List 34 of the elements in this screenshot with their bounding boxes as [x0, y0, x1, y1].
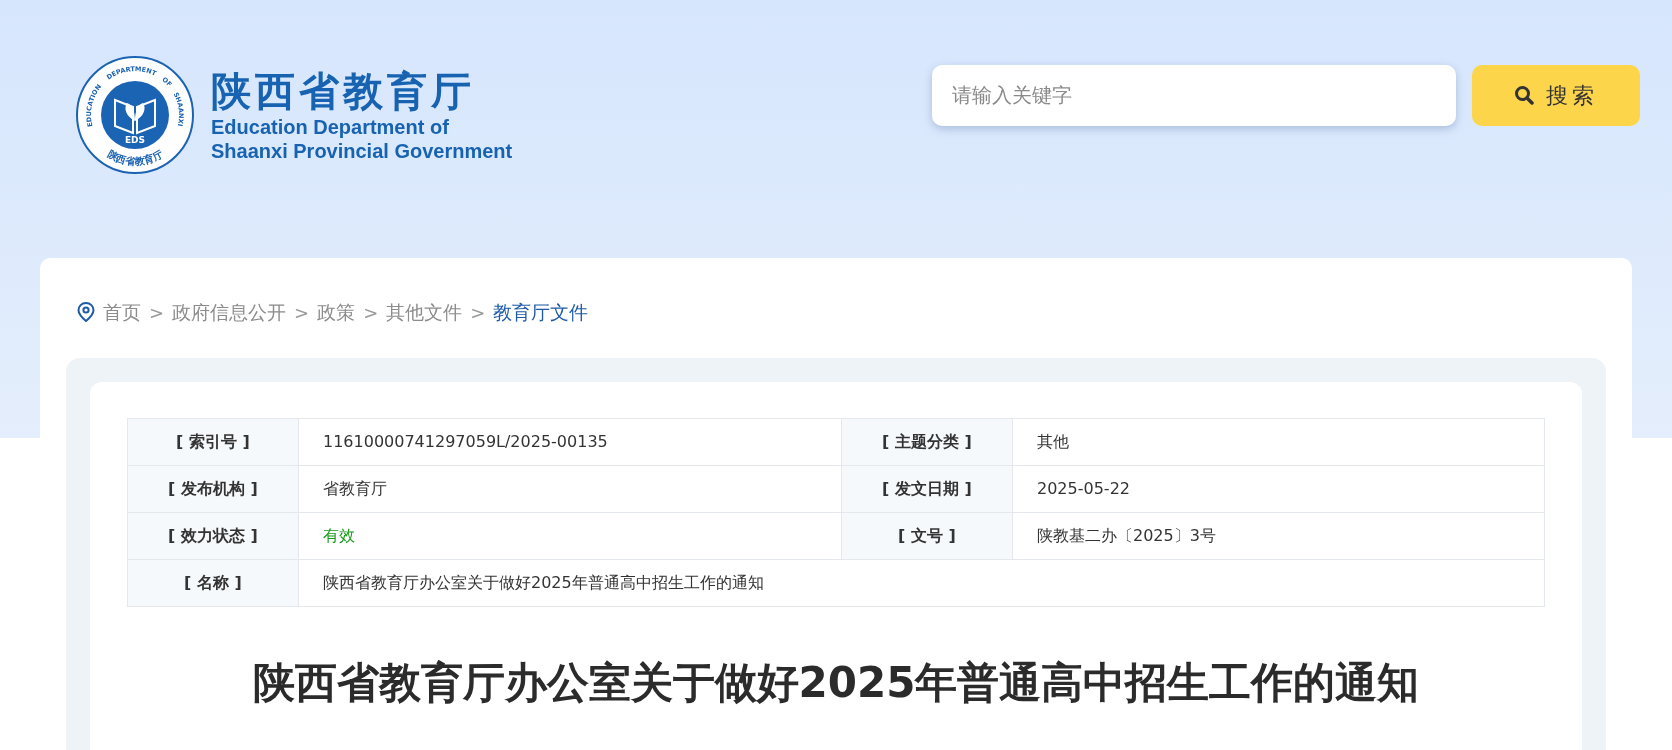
breadcrumb-separator: > — [470, 300, 486, 325]
breadcrumb-link[interactable]: 首页 — [103, 297, 141, 327]
info-value: 省教育厅 — [298, 465, 842, 513]
article-title: 陕西省教育厅办公室关于做好2025年普通高中招生工作的通知 — [251, 657, 1421, 709]
book-leaf-drawing — [114, 98, 156, 135]
info-value: 其他 — [1012, 418, 1545, 466]
info-label: [ 发布机构 ] — [127, 465, 299, 513]
breadcrumb-link[interactable]: 教育厅文件 — [493, 297, 589, 327]
site-subtitle: Shaanxi Provincial Government — [211, 139, 513, 163]
info-label: [ 主题分类 ] — [841, 418, 1013, 466]
info-label: [ 发文日期 ] — [841, 465, 1013, 513]
search-icon — [1514, 85, 1534, 105]
info-label: [ 效力状态 ] — [127, 512, 299, 560]
info-value: 陕教基二办〔2025〕3号 — [1012, 512, 1545, 560]
info-value: 有效 — [298, 512, 842, 560]
breadcrumb-separator: > — [294, 300, 310, 325]
logo-bottom-text: 陕西省教育厅 — [105, 148, 165, 168]
breadcrumb-link[interactable]: 政府信息公开 — [172, 297, 287, 327]
breadcrumb-separator: > — [149, 300, 165, 325]
site-title: 陕西省教育厅 — [211, 67, 476, 115]
logo-abbreviation: EDS — [124, 135, 146, 145]
location-pin-icon — [77, 302, 95, 322]
site-subtitle: Education Department of — [211, 115, 450, 139]
info-label: [ 文号 ] — [841, 512, 1013, 560]
search-button[interactable]: 搜索 — [1472, 64, 1640, 126]
search-field[interactable]: 请输入关键字 — [932, 64, 1456, 126]
info-value: 2025-05-22 — [1012, 465, 1545, 513]
info-label: [ 名称 ] — [127, 559, 299, 607]
breadcrumb-link[interactable]: 政策 — [317, 297, 356, 327]
breadcrumb-separator: > — [363, 300, 379, 325]
info-value: 陕西省教育厅办公室关于做好2025年普通高中招生工作的通知 — [298, 559, 1545, 607]
breadcrumb-link[interactable]: 其他文件 — [386, 297, 463, 327]
info-label: [ 索引号 ] — [127, 418, 299, 466]
info-value: 11610000741297059L/2025-00135 — [298, 418, 842, 466]
